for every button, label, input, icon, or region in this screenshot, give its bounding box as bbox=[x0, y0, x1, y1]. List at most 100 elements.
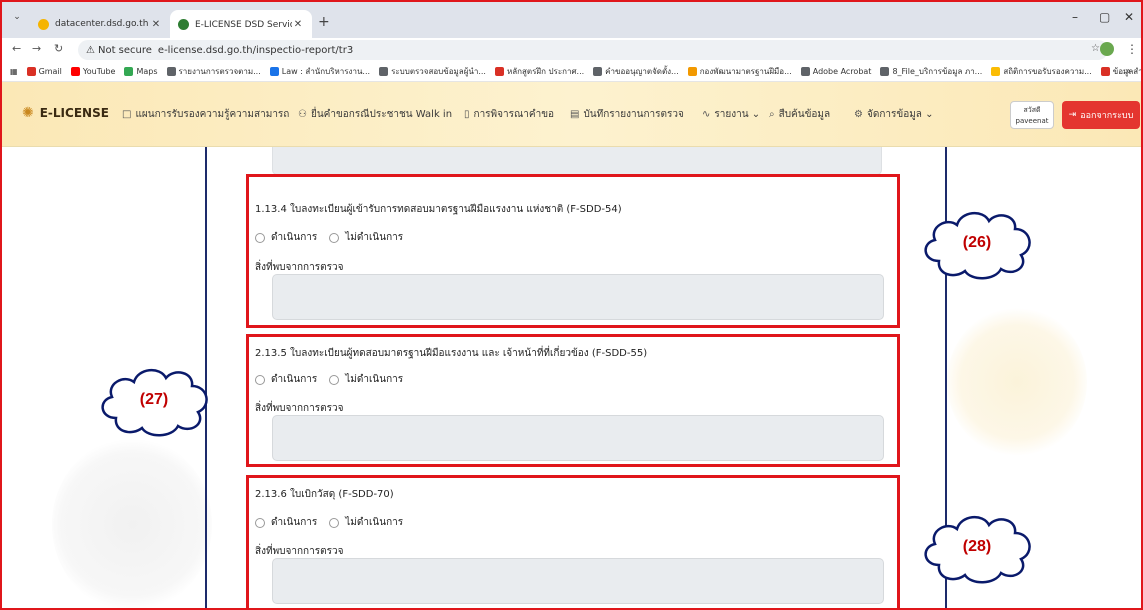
app-navbar: ✺ E-LICENSE □ แผนการรับรองความรู้ความสามา… bbox=[2, 82, 1141, 147]
url-text: e-license.dsd.go.th/inspectio-report/tr3 bbox=[157, 44, 354, 56]
nav-item-manage[interactable]: ⚙ จัดการข้อมูล ⌄ bbox=[854, 107, 933, 122]
previous-findings-field[interactable] bbox=[272, 147, 882, 175]
site-favicon-icon bbox=[178, 18, 189, 30]
radio-done[interactable]: ดำเนินการ bbox=[255, 515, 317, 530]
username-text: paveenat bbox=[1015, 117, 1049, 125]
site-favicon-icon bbox=[38, 18, 49, 30]
item-title: 2.13.5 ใบลงทะเบียนผู้ทดสอบมาตรฐานฝีมือแร… bbox=[255, 348, 648, 359]
bookmark-favicon-icon bbox=[593, 67, 603, 76]
url-input[interactable]: ⚠ Not secure e-license.dsd.go.th/inspect… bbox=[78, 40, 1108, 60]
bookmark-favicon-icon bbox=[124, 67, 134, 76]
callout-label: (28) bbox=[962, 538, 992, 555]
bookmark-favicon-icon bbox=[269, 67, 279, 76]
user-chip[interactable]: สวัสดี paveenat bbox=[1010, 101, 1054, 129]
bookmark-label: กองพัฒนามาตรฐานฝีมือ... bbox=[699, 67, 792, 76]
bookmark-label: คำขออนุญาตจัดตั้ง... bbox=[605, 67, 679, 76]
radio-not-done[interactable]: ไม่ดำเนินการ bbox=[329, 230, 403, 245]
bookmark-label: Maps bbox=[136, 67, 158, 76]
apps-grid-icon[interactable]: ▦ bbox=[10, 67, 18, 76]
findings-label: สิ่งที่พบจากการตรวจ bbox=[255, 262, 344, 273]
nav-item-label: ยื่นคำขอกรณีประชาชน Walk in bbox=[310, 109, 453, 120]
logout-button[interactable]: ⇥ ออกจากระบบ bbox=[1062, 101, 1140, 129]
nav-item-consider[interactable]: ▯ การพิจารณาคำขอ bbox=[464, 107, 554, 122]
radio-not-done[interactable]: ไม่ดำเนินการ bbox=[329, 372, 403, 387]
bookmark-item[interactable]: ข้อมูลสำหรับผู้ปฏิบัติงาน... bbox=[1100, 65, 1141, 78]
restore-button[interactable]: ▢ bbox=[1099, 10, 1110, 24]
minimize-button[interactable]: – bbox=[1072, 10, 1078, 24]
nav-item-inspection-record[interactable]: ▤ บันทึกรายงานการตรวจ bbox=[570, 107, 684, 122]
nav-item-search[interactable]: ⌕ สืบค้นข้อมูล bbox=[769, 107, 830, 122]
nav-item-plan[interactable]: □ แผนการรับรองความรู้ความสามารถ bbox=[122, 107, 289, 122]
reload-icon[interactable]: ↻ bbox=[54, 42, 63, 55]
callout-label: (27) bbox=[139, 391, 169, 408]
browser-tab-datacenter[interactable]: datacenter.dsd.go.th | ✕ bbox=[30, 10, 170, 38]
item-title: 1.13.4 ใบลงทะเบียนผู้เข้ารับการทดสอบมาตร… bbox=[255, 204, 622, 215]
brand-logo[interactable]: ✺ E-LICENSE bbox=[22, 105, 109, 121]
close-window-button[interactable]: ✕ bbox=[1124, 10, 1134, 24]
radio-label: ดำเนินการ bbox=[271, 232, 318, 243]
bookmark-item[interactable]: YouTube bbox=[70, 67, 115, 76]
nav-item-walkin[interactable]: ⚇ ยื่นคำขอกรณีประชาชน Walk in bbox=[298, 107, 452, 122]
radio-circle-icon[interactable] bbox=[329, 517, 340, 528]
nav-item-label: แผนการรับรองความรู้ความสามารถ bbox=[135, 109, 290, 120]
bookmark-favicon-icon bbox=[800, 67, 810, 76]
radio-not-done[interactable]: ไม่ดำเนินการ bbox=[329, 515, 403, 530]
close-tab-icon[interactable]: ✕ bbox=[150, 19, 162, 30]
clipboard-icon: ▯ bbox=[464, 109, 470, 120]
bookmark-favicon-icon bbox=[26, 67, 36, 76]
findings-textarea[interactable] bbox=[272, 415, 884, 461]
findings-textarea[interactable] bbox=[272, 274, 884, 320]
findings-label: สิ่งที่พบจากการตรวจ bbox=[255, 546, 344, 557]
browser-menu-icon[interactable]: ⋮ bbox=[1126, 42, 1138, 56]
bookmark-item[interactable]: กองพัฒนามาตรฐานฝีมือ... bbox=[687, 65, 792, 78]
close-tab-icon[interactable]: ✕ bbox=[292, 19, 304, 30]
radio-done[interactable]: ดำเนินการ bbox=[255, 372, 317, 387]
logout-icon: ⇥ bbox=[1068, 110, 1077, 120]
bookmark-item[interactable]: รายงานการตรวจตาม... bbox=[166, 65, 261, 78]
radio-label: ดำเนินการ bbox=[271, 517, 318, 528]
radio-circle-icon[interactable] bbox=[255, 374, 265, 385]
profile-avatar[interactable] bbox=[1100, 42, 1114, 56]
radio-circle-icon[interactable] bbox=[329, 232, 340, 243]
radio-label: ไม่ดำเนินการ bbox=[345, 517, 404, 528]
search-icon: ⌕ bbox=[769, 109, 775, 120]
document-icon: ▤ bbox=[570, 109, 580, 120]
tab-search-icon[interactable]: ⌄ bbox=[10, 12, 24, 26]
status-radio-group: ดำเนินการ ไม่ดำเนินการ bbox=[255, 230, 415, 245]
radio-done[interactable]: ดำเนินการ bbox=[255, 230, 317, 245]
radio-label: ดำเนินการ bbox=[271, 374, 318, 385]
bookmark-item[interactable]: Adobe Acrobat bbox=[800, 67, 871, 76]
radio-circle-icon[interactable] bbox=[329, 374, 340, 385]
callout-cloud-27: (27) bbox=[94, 362, 214, 438]
bookmark-item[interactable]: Maps bbox=[124, 67, 158, 76]
callout-label: (26) bbox=[962, 234, 992, 251]
bookmark-item[interactable]: Gmail bbox=[26, 67, 62, 76]
radio-label: ไม่ดำเนินการ bbox=[345, 232, 404, 243]
bookmark-item[interactable]: คำขออนุญาตจัดตั้ง... bbox=[593, 65, 679, 78]
nav-item-reports[interactable]: ∿ รายงาน ⌄ bbox=[702, 107, 760, 122]
radio-circle-icon[interactable] bbox=[255, 517, 265, 528]
radio-circle-icon[interactable] bbox=[255, 232, 265, 243]
bookmark-favicon-icon bbox=[687, 67, 697, 76]
bookmark-item[interactable]: สถิติการขอรับรองความ... bbox=[991, 65, 1092, 78]
bookmark-item[interactable]: ระบบตรวจสอบข้อมูลผู้นำ... bbox=[379, 65, 486, 78]
bookmarks-overflow-button[interactable]: » bbox=[1125, 66, 1131, 77]
radio-label: ไม่ดำเนินการ bbox=[345, 374, 404, 385]
new-tab-button[interactable]: + bbox=[318, 14, 330, 30]
user-add-icon: ⚇ bbox=[298, 109, 307, 120]
forward-arrow-icon[interactable]: → bbox=[32, 42, 41, 55]
nav-item-label: จัดการข้อมูล ⌄ bbox=[866, 109, 934, 120]
findings-textarea[interactable] bbox=[272, 558, 884, 604]
back-arrow-icon[interactable]: ← bbox=[12, 42, 21, 55]
security-label: Not secure bbox=[97, 44, 152, 56]
bookmark-item[interactable]: Law : สำนักบริหารงาน... bbox=[269, 65, 370, 78]
logout-label: ออกจากระบบ bbox=[1080, 111, 1134, 121]
bookmark-label: รายงานการตรวจตาม... bbox=[178, 67, 261, 76]
bookmark-star-icon[interactable]: ☆ bbox=[1091, 43, 1100, 54]
background-emblem bbox=[52, 437, 212, 608]
bookmark-favicon-icon bbox=[494, 67, 504, 76]
browser-tab-elicense[interactable]: E-LICENSE DSD Service - ระบบบั ✕ bbox=[170, 10, 312, 38]
bookmark-item[interactable]: 8_File_บริการข้อมูล ภา... bbox=[880, 65, 982, 78]
callout-cloud-28: (28) bbox=[917, 509, 1037, 585]
bookmark-item[interactable]: หลักสูตรฝึก ประกาศ... bbox=[494, 65, 584, 78]
